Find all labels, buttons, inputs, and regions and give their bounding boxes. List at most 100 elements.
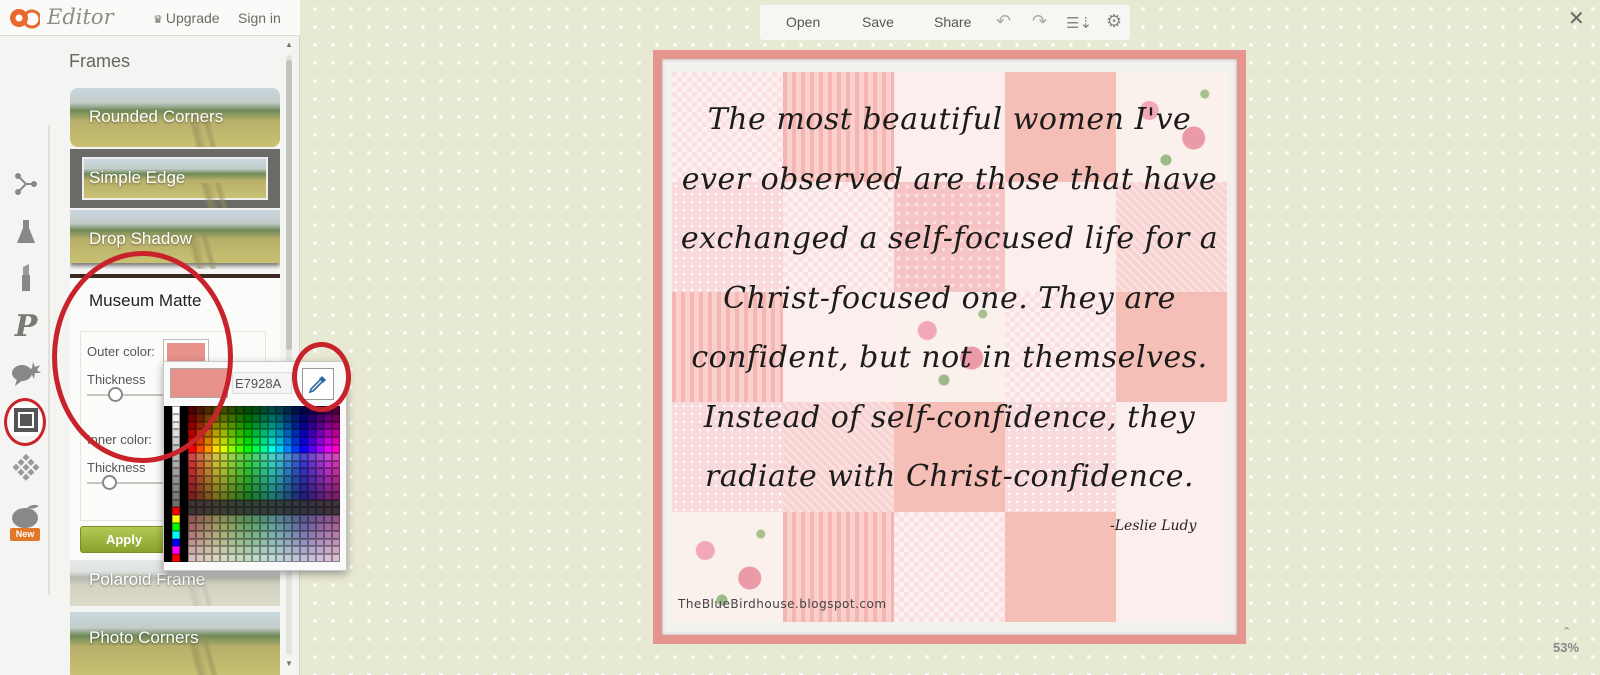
- color-cell[interactable]: [180, 483, 188, 492]
- color-cell[interactable]: [204, 515, 212, 523]
- color-cell[interactable]: [268, 507, 276, 516]
- color-cell[interactable]: [292, 460, 300, 469]
- color-cell[interactable]: [260, 538, 268, 547]
- color-cell[interactable]: [164, 507, 172, 516]
- color-cell[interactable]: [188, 491, 196, 500]
- color-cell[interactable]: [236, 429, 244, 438]
- color-cell[interactable]: [220, 499, 228, 508]
- color-cell[interactable]: [172, 468, 180, 477]
- color-cell[interactable]: [180, 460, 188, 469]
- zoom-up-icon[interactable]: ⌃: [1562, 625, 1571, 638]
- color-cell[interactable]: [276, 476, 284, 484]
- color-cell[interactable]: [172, 546, 180, 555]
- color-cell[interactable]: [292, 413, 300, 422]
- color-cell[interactable]: [300, 429, 308, 438]
- color-cell[interactable]: [260, 406, 268, 414]
- color-cell[interactable]: [228, 476, 236, 484]
- color-cell[interactable]: [180, 452, 188, 461]
- color-cell[interactable]: [332, 437, 340, 445]
- color-cell[interactable]: [204, 476, 212, 484]
- color-cell[interactable]: [236, 413, 244, 422]
- color-cell[interactable]: [228, 406, 236, 414]
- color-cell[interactable]: [284, 437, 292, 445]
- upgrade-link[interactable]: ♛ Upgrade: [153, 10, 220, 26]
- color-cell[interactable]: [260, 421, 268, 430]
- color-cell[interactable]: [212, 460, 220, 469]
- color-cell[interactable]: [260, 507, 268, 516]
- basics-icon[interactable]: [10, 168, 42, 200]
- color-cell[interactable]: [316, 413, 324, 422]
- color-cell[interactable]: [164, 538, 172, 547]
- color-cell[interactable]: [212, 499, 220, 508]
- color-cell[interactable]: [180, 554, 188, 562]
- color-cell[interactable]: [292, 507, 300, 516]
- color-cell[interactable]: [324, 538, 332, 547]
- save-button[interactable]: Save: [862, 14, 894, 30]
- color-cell[interactable]: [260, 460, 268, 469]
- color-cell[interactable]: [244, 413, 252, 422]
- color-cell[interactable]: [228, 429, 236, 438]
- color-cell[interactable]: [268, 444, 276, 453]
- color-cell[interactable]: [212, 491, 220, 500]
- color-cell[interactable]: [276, 507, 284, 516]
- color-cell[interactable]: [316, 499, 324, 508]
- color-cell[interactable]: [300, 444, 308, 453]
- color-cell[interactable]: [244, 499, 252, 508]
- color-cell[interactable]: [324, 429, 332, 438]
- color-cell[interactable]: [228, 413, 236, 422]
- color-cell[interactable]: [220, 437, 228, 445]
- open-button[interactable]: Open: [786, 14, 820, 30]
- color-cell[interactable]: [212, 468, 220, 477]
- color-cell[interactable]: [268, 546, 276, 555]
- color-cell[interactable]: [244, 491, 252, 500]
- inner-thickness-slider[interactable]: [87, 482, 167, 484]
- color-cell[interactable]: [252, 413, 260, 422]
- color-cell[interactable]: [308, 554, 316, 562]
- color-cell[interactable]: [228, 437, 236, 445]
- color-cell[interactable]: [244, 429, 252, 438]
- color-cell[interactable]: [260, 468, 268, 477]
- color-cell[interactable]: [188, 554, 196, 562]
- color-cell[interactable]: [244, 554, 252, 562]
- color-cell[interactable]: [252, 507, 260, 516]
- color-cell[interactable]: [220, 476, 228, 484]
- color-cell[interactable]: [268, 491, 276, 500]
- color-cell[interactable]: [236, 515, 244, 523]
- color-cell[interactable]: [212, 476, 220, 484]
- color-cell[interactable]: [284, 507, 292, 516]
- color-cell[interactable]: [292, 522, 300, 531]
- color-cell[interactable]: [332, 499, 340, 508]
- color-cell[interactable]: [332, 429, 340, 438]
- color-cell[interactable]: [324, 530, 332, 539]
- color-cell[interactable]: [308, 444, 316, 453]
- color-cell[interactable]: [180, 515, 188, 523]
- color-cell[interactable]: [220, 507, 228, 516]
- color-cell[interactable]: [172, 507, 180, 516]
- color-cell[interactable]: [236, 530, 244, 539]
- color-cell[interactable]: [300, 522, 308, 531]
- color-cell[interactable]: [188, 522, 196, 531]
- color-cell[interactable]: [164, 468, 172, 477]
- color-cell[interactable]: [316, 437, 324, 445]
- color-cell[interactable]: [220, 515, 228, 523]
- color-cell[interactable]: [204, 538, 212, 547]
- color-cell[interactable]: [324, 546, 332, 555]
- color-cell[interactable]: [292, 546, 300, 555]
- color-cell[interactable]: [276, 530, 284, 539]
- color-cell[interactable]: [268, 468, 276, 477]
- color-cell[interactable]: [292, 429, 300, 438]
- color-cell[interactable]: [204, 499, 212, 508]
- color-cell[interactable]: [228, 507, 236, 516]
- color-cell[interactable]: [332, 452, 340, 461]
- color-cell[interactable]: [260, 452, 268, 461]
- color-cell[interactable]: [244, 515, 252, 523]
- color-cell[interactable]: [308, 452, 316, 461]
- color-cell[interactable]: [252, 476, 260, 484]
- color-cell[interactable]: [276, 515, 284, 523]
- color-cell[interactable]: [332, 554, 340, 562]
- color-cell[interactable]: [172, 554, 180, 562]
- color-cell[interactable]: [236, 546, 244, 555]
- color-cell[interactable]: [204, 483, 212, 492]
- color-cell[interactable]: [324, 507, 332, 516]
- color-cell[interactable]: [300, 460, 308, 469]
